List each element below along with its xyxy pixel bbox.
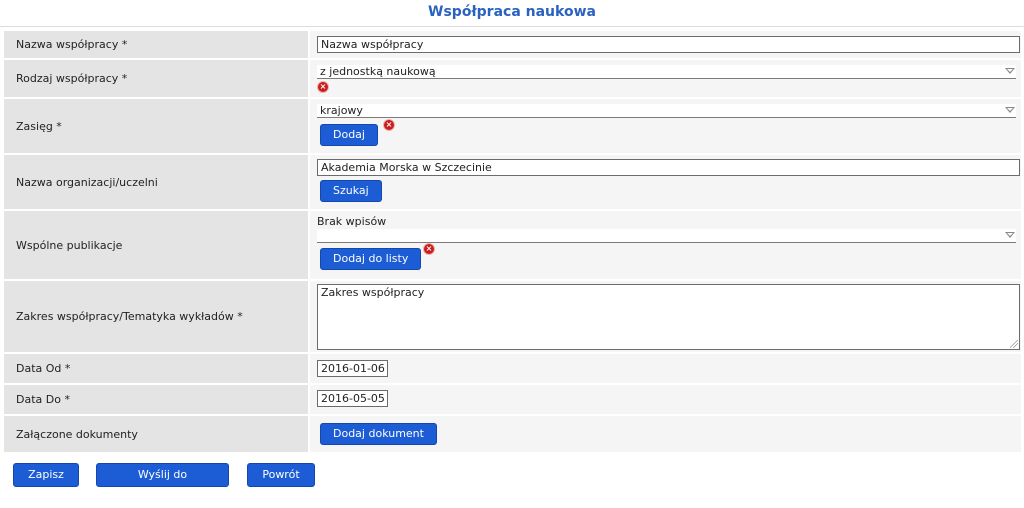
zasieg-select[interactable]: krajowy (317, 104, 1016, 118)
add-document-button[interactable]: Dodaj dokument (320, 423, 437, 445)
row-organizacja: Nazwa organizacji/uczelni Akademia Morsk… (4, 155, 1021, 209)
row-rodzaj: Rodzaj współpracy * z jednostką naukową … (4, 60, 1021, 97)
title-divider (0, 26, 1024, 27)
chevron-down-icon (1005, 232, 1015, 238)
label-publikacje: Wspólne publikacje (4, 211, 308, 279)
save-button[interactable]: Zapisz (13, 463, 79, 487)
rodzaj-selected: z jednostką naukową (320, 65, 436, 78)
label-rodzaj: Rodzaj współpracy * (4, 60, 308, 97)
publikacje-empty-text: Brak wpisów (317, 215, 387, 228)
zakres-textarea[interactable]: Zakres współpracy (317, 284, 1020, 350)
row-nazwa: Nazwa współpracy * Nazwa współpracy (4, 31, 1021, 58)
value-cell-organizacja: Akademia Morska w Szczecinie Szukaj (310, 155, 1021, 209)
organizacja-input[interactable]: Akademia Morska w Szczecinie (317, 159, 1020, 176)
nazwa-input[interactable]: Nazwa współpracy (317, 36, 1020, 53)
data-do-input[interactable]: 2016-05-05 (317, 390, 388, 407)
error-x-icon: × (318, 82, 328, 92)
page-title: Współpraca naukowa (428, 4, 596, 20)
value-cell-rodzaj: z jednostką naukową × (310, 60, 1021, 97)
value-cell-zasieg: krajowy Dodaj × (310, 99, 1021, 153)
label-dokumenty: Załączone dokumenty (4, 416, 308, 452)
label-zasieg: Zasięg * (4, 99, 308, 153)
zasieg-selected: krajowy (320, 104, 363, 117)
value-cell-data-od: 2016-01-06 (310, 354, 1021, 383)
back-button[interactable]: Powrót (247, 463, 315, 487)
row-zasieg: Zasięg * krajowy Dodaj × (4, 99, 1021, 153)
error-x-icon: × (424, 244, 434, 254)
value-cell-dokumenty: Dodaj dokument (310, 416, 1021, 452)
value-cell-data-do: 2016-05-05 (310, 385, 1021, 414)
publikacje-add-button[interactable]: Dodaj do listy (320, 248, 422, 270)
chevron-down-icon (1005, 68, 1015, 74)
resize-grip-icon[interactable] (1010, 340, 1018, 348)
publikacje-select[interactable] (317, 229, 1016, 243)
row-zakres: Zakres współpracy/Tematyka wykładów * Za… (4, 281, 1021, 352)
row-dokumenty: Załączone dokumenty Dodaj dokument (4, 416, 1021, 452)
zakres-text: Zakres współpracy (321, 286, 425, 299)
chevron-down-icon (1005, 107, 1015, 113)
label-zakres: Zakres współpracy/Tematyka wykładów * (4, 281, 308, 352)
label-data-do: Data Do * (4, 385, 308, 414)
label-organizacja: Nazwa organizacji/uczelni (4, 155, 308, 209)
value-cell-zakres: Zakres współpracy (310, 281, 1021, 352)
zasieg-add-button[interactable]: Dodaj (320, 124, 378, 146)
data-od-input[interactable]: 2016-01-06 (317, 360, 388, 377)
organizacja-search-button[interactable]: Szukaj (320, 180, 382, 202)
row-data-do: Data Do * 2016-05-05 (4, 385, 1021, 414)
value-cell-nazwa: Nazwa współpracy (310, 31, 1021, 58)
value-cell-publikacje: Brak wpisów Dodaj do listy × (310, 211, 1021, 279)
row-publikacje: Wspólne publikacje Brak wpisów Dodaj do … (4, 211, 1021, 279)
send-for-approval-button[interactable]: Wyślij do akceptacji (96, 463, 229, 503)
error-x-icon: × (384, 120, 394, 130)
label-nazwa: Nazwa współpracy * (4, 31, 308, 58)
label-data-od: Data Od * (4, 354, 308, 383)
rodzaj-select[interactable]: z jednostką naukową (317, 65, 1016, 79)
row-data-od: Data Od * 2016-01-06 (4, 354, 1021, 383)
